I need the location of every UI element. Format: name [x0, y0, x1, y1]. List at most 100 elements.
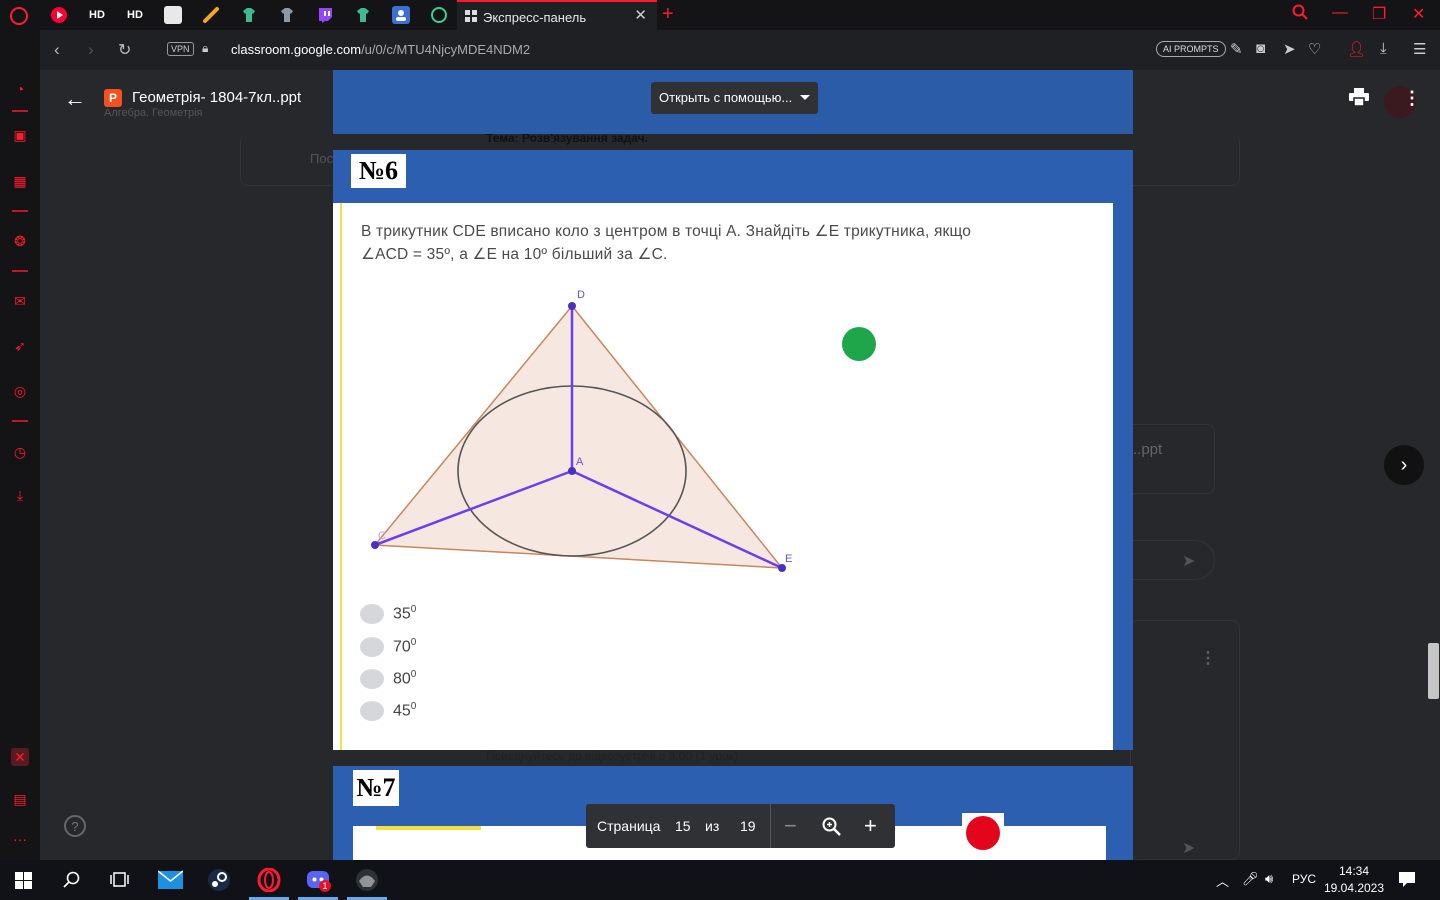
close-viewer-back-icon[interactable]: ←	[64, 86, 86, 112]
address-bar: ‹ › ↻ VPN 🔒︎ classroom.google.com/u/0/c/…	[40, 30, 1440, 70]
show-hidden-icons-icon[interactable]: ︿	[1216, 871, 1229, 890]
camera-icon[interactable]: ◙	[1256, 40, 1265, 57]
bg-more-icon[interactable]: ⋮	[1200, 648, 1216, 668]
game-app-icon[interactable]	[355, 868, 379, 892]
language-indicator[interactable]: РУС	[1292, 872, 1316, 886]
forward-nav-icon[interactable]: ›	[88, 40, 94, 60]
back-nav-icon[interactable]: ‹	[54, 40, 60, 60]
print-icon[interactable]	[1349, 88, 1369, 106]
url-path: /u/0/c/MTU4NjcyMDE4NDM2	[361, 42, 531, 57]
radio-button[interactable]	[360, 637, 384, 657]
reload-icon[interactable]: ↻	[118, 40, 131, 60]
next-file-chevron-right-icon[interactable]: ›	[1384, 445, 1424, 485]
volume-icon[interactable]: 🔊︎	[1265, 871, 1273, 887]
opera-app-icon[interactable]	[257, 868, 281, 892]
tab-classroom-icon[interactable]	[392, 6, 410, 24]
green-status-dot	[840, 325, 878, 363]
restore-icon[interactable]: ❐	[1372, 4, 1386, 24]
chatgpt-sidebar-icon[interactable]: ❂	[11, 232, 29, 250]
zoom-out-icon[interactable]: −	[784, 813, 797, 839]
zoom-in-icon[interactable]: +	[864, 813, 877, 839]
sidebar-divider	[12, 270, 28, 272]
radio-button[interactable]	[360, 669, 384, 689]
messenger-icon[interactable]: ✉	[11, 292, 29, 310]
tab-page-icon[interactable]	[164, 6, 182, 24]
steam-app-icon[interactable]	[207, 868, 231, 892]
tab-title: Экспресс-панель	[483, 10, 587, 25]
downloads-sidebar-icon[interactable]: ⤓	[11, 486, 29, 504]
url-field[interactable]: classroom.google.com/u/0/c/MTU4NjcyMDE4N…	[231, 42, 530, 57]
zoom-reset-icon[interactable]	[822, 817, 841, 836]
edit-icon[interactable]: ✎	[1230, 40, 1243, 58]
bg-send-icon-2[interactable]: ➤	[1182, 838, 1195, 858]
briefcase-icon[interactable]: ▣	[11, 126, 29, 144]
help-icon[interactable]: ?	[64, 815, 86, 837]
sidebar-divider	[12, 420, 28, 422]
instagram-icon[interactable]: ◎	[11, 382, 29, 400]
profile-icon[interactable]: 👤︎	[1347, 40, 1366, 58]
discord-notification-badge: 1	[319, 880, 331, 892]
tab-youtube-music-icon[interactable]	[50, 6, 68, 24]
windows-start-icon[interactable]	[15, 872, 32, 889]
notifications-icon[interactable]	[1398, 871, 1416, 888]
answer-option[interactable]: 700	[360, 637, 416, 657]
answer-option[interactable]: 450	[360, 701, 416, 721]
tab-game-icon[interactable]	[278, 6, 296, 24]
heart-icon[interactable]: ♡	[1308, 40, 1321, 58]
mail-app-icon[interactable]	[158, 869, 183, 890]
clock-time: 14:34	[1338, 864, 1370, 878]
point-c	[371, 541, 379, 549]
history-icon[interactable]: ◷	[11, 443, 29, 461]
speed-dial-icon[interactable]: ◔	[11, 80, 29, 98]
point-a	[568, 467, 576, 475]
current-page-input[interactable]: 15	[675, 818, 691, 834]
tab-hd-2[interactable]: HD	[125, 6, 145, 24]
open-with-label: Открыть с помощью...	[659, 90, 793, 105]
bg-card-bottom	[1130, 620, 1240, 860]
tab-express-panel[interactable]: Экспресс-панель ✕	[457, 0, 657, 30]
microphone-icon[interactable]: 🎤︎	[1242, 871, 1259, 887]
bg-post-label: Пос	[310, 151, 334, 166]
vpn-badge[interactable]: VPN	[167, 42, 194, 56]
snapshot-icon[interactable]: ▤	[11, 790, 29, 808]
task-view-icon[interactable]	[110, 871, 129, 888]
send-icon[interactable]: ➤	[1283, 40, 1296, 58]
opera-menu-icon[interactable]	[10, 7, 28, 25]
easy-setup-icon[interactable]: ☰	[1413, 40, 1426, 58]
bg-send-icon[interactable]: ➤	[1182, 551, 1195, 571]
sidebar-divider	[12, 110, 28, 112]
window-close-icon[interactable]: ✕	[1412, 4, 1425, 24]
of-label: из	[705, 818, 720, 834]
tab-steam-icon[interactable]	[354, 6, 372, 24]
ai-prompts-button[interactable]: AI PROMPTS	[1156, 41, 1226, 57]
tab-hd-1[interactable]: HD	[87, 6, 107, 24]
clock[interactable]: 14:34 19.04.2023	[1322, 863, 1386, 897]
search-icon[interactable]	[63, 871, 81, 889]
download-icon[interactable]: ⤓	[1380, 40, 1387, 57]
search-tabs-icon[interactable]	[1292, 4, 1308, 25]
tab-steam-shirt-icon[interactable]	[240, 6, 258, 24]
close-tab-icon[interactable]: ✕	[634, 6, 647, 24]
open-with-button[interactable]: Открыть с помощью...	[651, 82, 818, 114]
answer-option[interactable]: 350	[360, 604, 416, 624]
question-panel: В трикутник CDE вписано коло з центром в…	[333, 203, 1113, 750]
grid-icon	[465, 10, 477, 22]
minimize-icon[interactable]: —	[1332, 4, 1348, 22]
tab-chatgpt-icon[interactable]	[430, 6, 448, 24]
radio-button[interactable]	[360, 701, 384, 721]
more-options-icon[interactable]: ⋮	[1403, 88, 1421, 109]
telegram-icon[interactable]: ➶	[11, 337, 29, 355]
tab-twitch-icon[interactable]	[316, 6, 334, 24]
option-value: 350	[393, 604, 417, 623]
more-sidebar-icon[interactable]: ···	[11, 830, 29, 848]
crypto-wallet-icon[interactable]: ✕	[11, 748, 29, 766]
browser-sidebar: ◔ ▣ ▦ ❂ ✉ ➶ ◎ ◷ ⤓ ✕ ▤ ···	[0, 30, 40, 860]
scrollbar-thumb[interactable]	[1428, 643, 1439, 699]
tab-brush-icon[interactable]	[202, 6, 220, 24]
answer-option[interactable]: 800	[360, 669, 416, 689]
news-icon[interactable]: ▦	[11, 172, 29, 190]
new-tab-plus-icon[interactable]: +	[662, 3, 674, 26]
radio-button[interactable]	[360, 604, 384, 624]
label-a: A	[576, 456, 584, 468]
lock-icon[interactable]: 🔒︎	[202, 41, 208, 56]
